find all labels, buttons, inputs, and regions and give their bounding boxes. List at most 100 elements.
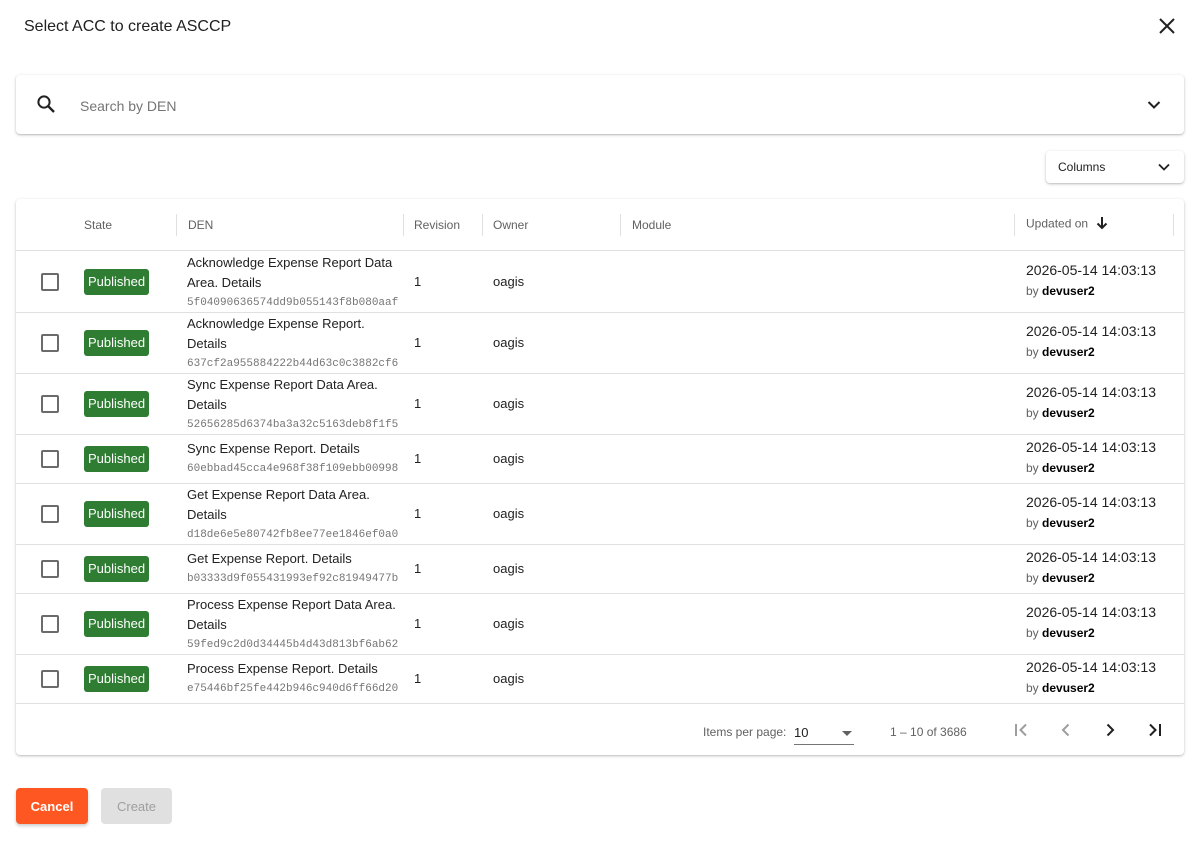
owner-cell: oagis: [493, 615, 525, 631]
updated-by-user: devuser2: [1042, 681, 1095, 695]
updated-date: 2026-05-14 14:03:13: [1026, 494, 1156, 510]
revision-cell: 1: [414, 273, 422, 289]
den-cell: Acknowledge Expense Report Data Area. De…: [187, 253, 403, 313]
header-updated-on[interactable]: Updated on: [1026, 215, 1109, 234]
den-cell: Get Expense Report Data Area. Details d18…: [187, 485, 403, 545]
updated-cell: 2026-05-14 14:03:13 by devuser2: [1026, 260, 1156, 302]
page-size-select[interactable]: 10: [794, 724, 854, 745]
revision-cell: 1: [414, 615, 422, 631]
den-guid: b03333d9f055431993ef92c81949477b: [187, 573, 399, 585]
row-checkbox[interactable]: [41, 449, 59, 468]
header-divider: [403, 214, 404, 236]
table-row[interactable]: Published Acknowledge Expense Report Data…: [16, 251, 1184, 313]
status-badge: Published: [84, 665, 150, 692]
updated-date: 2026-05-14 14:03:13: [1026, 323, 1156, 339]
updated-by: by devuser2: [1026, 677, 1156, 699]
den-guid: e75446bf25fe442b946c940d6ff66d20: [187, 683, 399, 695]
status-badge: Published: [84, 268, 150, 295]
updated-by-prefix: by: [1026, 626, 1039, 640]
status-badge: Published: [84, 390, 150, 417]
owner-cell: oagis: [493, 450, 525, 466]
row-checkbox[interactable]: [41, 272, 59, 291]
chevron-left-icon[interactable]: [1054, 718, 1078, 742]
status-badge: Published: [84, 500, 150, 527]
table-row[interactable]: Published Get Expense Report Data Area. D…: [16, 483, 1184, 545]
table-row[interactable]: Published Sync Expense Report. Details 60e…: [16, 434, 1184, 484]
search-bar: [16, 75, 1184, 134]
header-divider: [1014, 214, 1015, 236]
table-row[interactable]: Published Get Expense Report. Details b033…: [16, 544, 1184, 594]
header-state[interactable]: State: [84, 218, 112, 232]
row-checkbox[interactable]: [41, 333, 59, 352]
header-den[interactable]: DEN: [188, 218, 213, 232]
table-header: State DEN Revision Owner Module Updated …: [16, 199, 1184, 251]
den-cell: Acknowledge Expense Report. Details 637cf…: [187, 314, 403, 374]
row-checkbox[interactable]: [41, 559, 59, 578]
revision-cell: 1: [414, 450, 422, 466]
table-row[interactable]: Published Process Expense Report. Details…: [16, 654, 1184, 704]
updated-by-user: devuser2: [1042, 571, 1095, 585]
updated-by-user: devuser2: [1042, 516, 1095, 530]
den-guid: d18de6e5e80742fb8ee77ee1846ef0a0: [187, 529, 399, 541]
status-badge: Published: [84, 610, 150, 637]
table-row[interactable]: Published Acknowledge Expense Report. Det…: [16, 312, 1184, 374]
status-badge: Published: [84, 555, 150, 582]
row-checkbox[interactable]: [41, 504, 59, 523]
updated-by-prefix: by: [1026, 461, 1039, 475]
results-table: State DEN Revision Owner Module Updated …: [16, 199, 1184, 755]
table-row[interactable]: Published Process Expense Report Data Are…: [16, 593, 1184, 655]
updated-by: by devuser2: [1026, 622, 1156, 644]
den-name: Sync Expense Report. Details: [187, 441, 360, 456]
first-page-icon[interactable]: [1010, 718, 1034, 742]
owner-cell: oagis: [493, 505, 525, 521]
chevron-right-icon[interactable]: [1098, 718, 1122, 742]
den-cell: Sync Expense Report Data Area. Details 52…: [187, 375, 403, 435]
updated-by-user: devuser2: [1042, 406, 1095, 420]
updated-cell: 2026-05-14 14:03:13 by devuser2: [1026, 492, 1156, 534]
updated-date: 2026-05-14 14:03:13: [1026, 604, 1156, 620]
status-badge: Published: [84, 329, 150, 356]
create-button[interactable]: Create: [101, 788, 172, 824]
updated-date: 2026-05-14 14:03:13: [1026, 659, 1156, 675]
updated-by: by devuser2: [1026, 567, 1156, 589]
updated-by-user: devuser2: [1042, 461, 1095, 475]
row-checkbox[interactable]: [41, 614, 59, 633]
cancel-button[interactable]: Cancel: [16, 788, 88, 824]
den-cell: Process Expense Report. Details e75446bf2…: [187, 659, 403, 699]
updated-by-prefix: by: [1026, 345, 1039, 359]
table-row[interactable]: Published Sync Expense Report Data Area. …: [16, 373, 1184, 435]
updated-cell: 2026-05-14 14:03:13 by devuser2: [1026, 657, 1156, 699]
close-icon[interactable]: [1155, 14, 1179, 38]
header-updated-on-label: Updated on: [1026, 216, 1089, 231]
updated-by-prefix: by: [1026, 516, 1039, 530]
last-page-icon[interactable]: [1142, 718, 1166, 742]
den-cell: Sync Expense Report. Details 60ebbad45cca…: [187, 439, 403, 479]
header-revision[interactable]: Revision: [414, 218, 460, 232]
chevron-down-icon[interactable]: [1144, 95, 1164, 115]
revision-cell: 1: [414, 505, 422, 521]
header-owner[interactable]: Owner: [493, 218, 528, 232]
header-module[interactable]: Module: [632, 218, 671, 232]
updated-by: by devuser2: [1026, 341, 1156, 363]
updated-by-user: devuser2: [1042, 345, 1095, 359]
updated-by-prefix: by: [1026, 681, 1039, 695]
owner-cell: oagis: [493, 670, 525, 686]
search-input[interactable]: [78, 93, 1082, 119]
den-guid: 637cf2a955884222b44d63c0c3882cf6: [187, 358, 399, 370]
revision-cell: 1: [414, 334, 422, 350]
updated-by-user: devuser2: [1042, 626, 1095, 640]
den-name: Process Expense Report. Details: [187, 661, 378, 676]
columns-button[interactable]: Columns: [1046, 151, 1184, 183]
den-name: Acknowledge Expense Report Data Area. De…: [187, 255, 393, 290]
owner-cell: oagis: [493, 273, 525, 289]
row-checkbox[interactable]: [41, 394, 59, 413]
updated-cell: 2026-05-14 14:03:13 by devuser2: [1026, 437, 1156, 479]
updated-by-prefix: by: [1026, 284, 1039, 298]
revision-cell: 1: [414, 560, 422, 576]
updated-cell: 2026-05-14 14:03:13 by devuser2: [1026, 602, 1156, 644]
den-name: Sync Expense Report Data Area. Details: [187, 377, 378, 412]
row-checkbox[interactable]: [41, 669, 59, 688]
chevron-down-icon: [1156, 159, 1172, 175]
den-name: Process Expense Report Data Area. Detail…: [187, 597, 396, 632]
page-size-value: 10: [794, 725, 809, 740]
